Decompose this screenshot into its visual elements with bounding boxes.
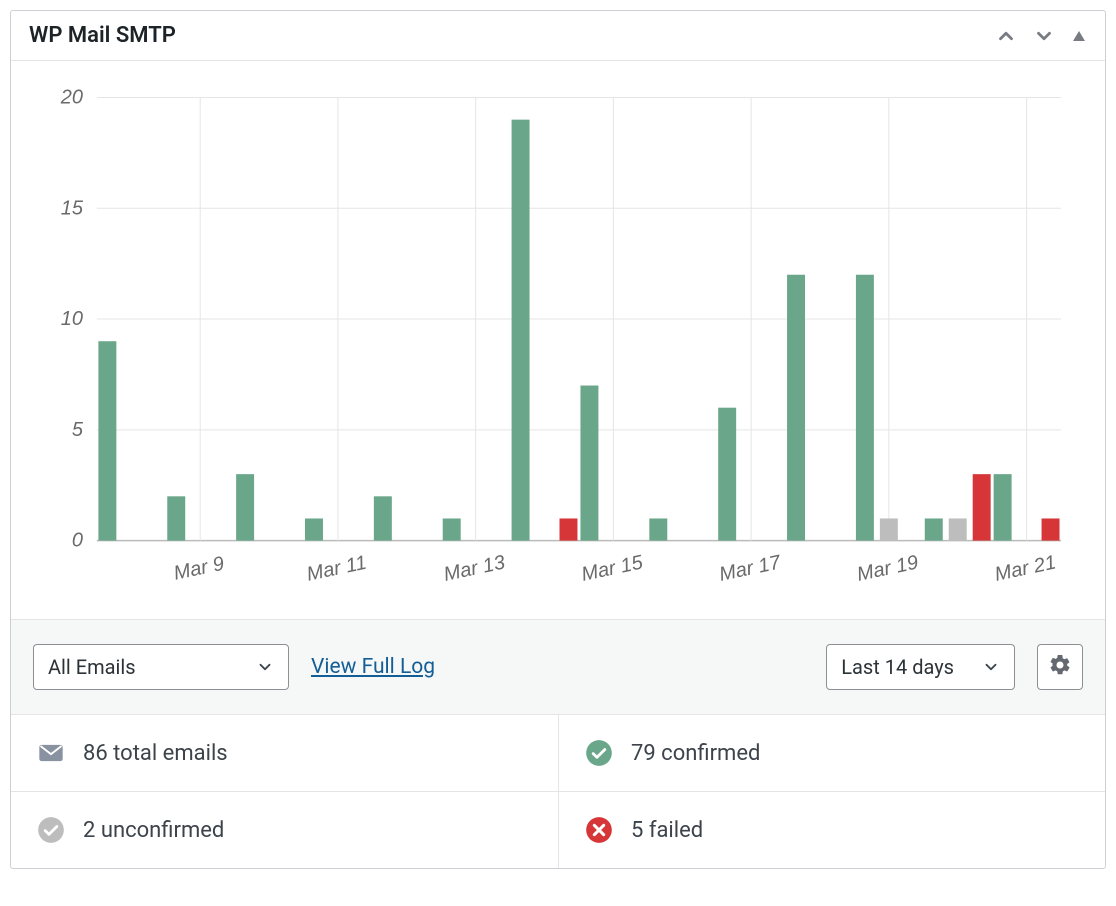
svg-text:20: 20 <box>60 86 83 108</box>
svg-text:Mar 9: Mar 9 <box>172 553 226 585</box>
widget-title: WP Mail SMTP <box>29 23 176 48</box>
bar-chart-svg: 0 5 10 15 20 Mar 9 Mar 11 Mar 13 Mar 15 Mar 17 Mar… <box>45 79 1071 619</box>
email-chart: 0 5 10 15 20 Mar 9 Mar 11 Mar 13 Mar 15 Mar 17 Mar… <box>11 61 1105 619</box>
stat-confirmed: 79 confirmed <box>558 715 1105 792</box>
filter-bar: All Emails View Full Log Last 14 days <box>11 619 1105 715</box>
stat-confirmed-label: 79 confirmed <box>631 741 760 766</box>
stat-unconfirmed: 2 unconfirmed <box>11 792 558 868</box>
widget-header: WP Mail SMTP <box>11 11 1105 61</box>
stat-unconfirmed-label: 2 unconfirmed <box>83 818 224 843</box>
svg-text:Mar 11: Mar 11 <box>305 552 369 586</box>
widget-controls <box>995 25 1087 47</box>
svg-text:Mar 15: Mar 15 <box>579 551 645 586</box>
svg-text:Mar 13: Mar 13 <box>442 551 507 585</box>
svg-text:Mar 21: Mar 21 <box>993 551 1058 585</box>
chevron-up-icon[interactable] <box>995 25 1017 47</box>
x-circle-icon <box>585 816 613 844</box>
chevron-down-icon[interactable] <box>1033 25 1055 47</box>
wp-mail-smtp-widget: WP Mail SMTP 0 5 10 15 20 Mar 9 Mar 11 Mar 13 Ma… <box>10 10 1106 869</box>
svg-text:5: 5 <box>72 419 84 441</box>
check-circle-icon <box>585 739 613 767</box>
collapse-toggle-icon[interactable] <box>1071 28 1087 44</box>
svg-text:10: 10 <box>61 308 83 330</box>
stat-total: 86 total emails <box>11 715 558 792</box>
date-range-value: Last 14 days <box>841 655 954 679</box>
svg-text:0: 0 <box>72 530 83 552</box>
settings-button[interactable] <box>1037 644 1083 690</box>
email-filter-select[interactable]: All Emails <box>33 644 289 690</box>
svg-text:Mar 19: Mar 19 <box>855 551 920 585</box>
svg-text:15: 15 <box>61 197 84 219</box>
svg-text:Mar 17: Mar 17 <box>717 551 783 586</box>
stat-failed: 5 failed <box>558 792 1105 868</box>
envelope-icon <box>37 739 65 767</box>
date-range-select[interactable]: Last 14 days <box>826 644 1015 690</box>
stats-grid: 86 total emails 79 confirmed 2 unconfirm… <box>11 715 1105 868</box>
gear-icon <box>1048 653 1072 682</box>
check-circle-grey-icon <box>37 816 65 844</box>
stat-total-label: 86 total emails <box>83 741 228 766</box>
chevron-down-icon <box>982 658 1000 676</box>
stat-failed-label: 5 failed <box>631 818 703 843</box>
view-full-log-link[interactable]: View Full Log <box>311 655 435 679</box>
chevron-down-icon <box>256 658 274 676</box>
email-filter-value: All Emails <box>48 655 136 679</box>
